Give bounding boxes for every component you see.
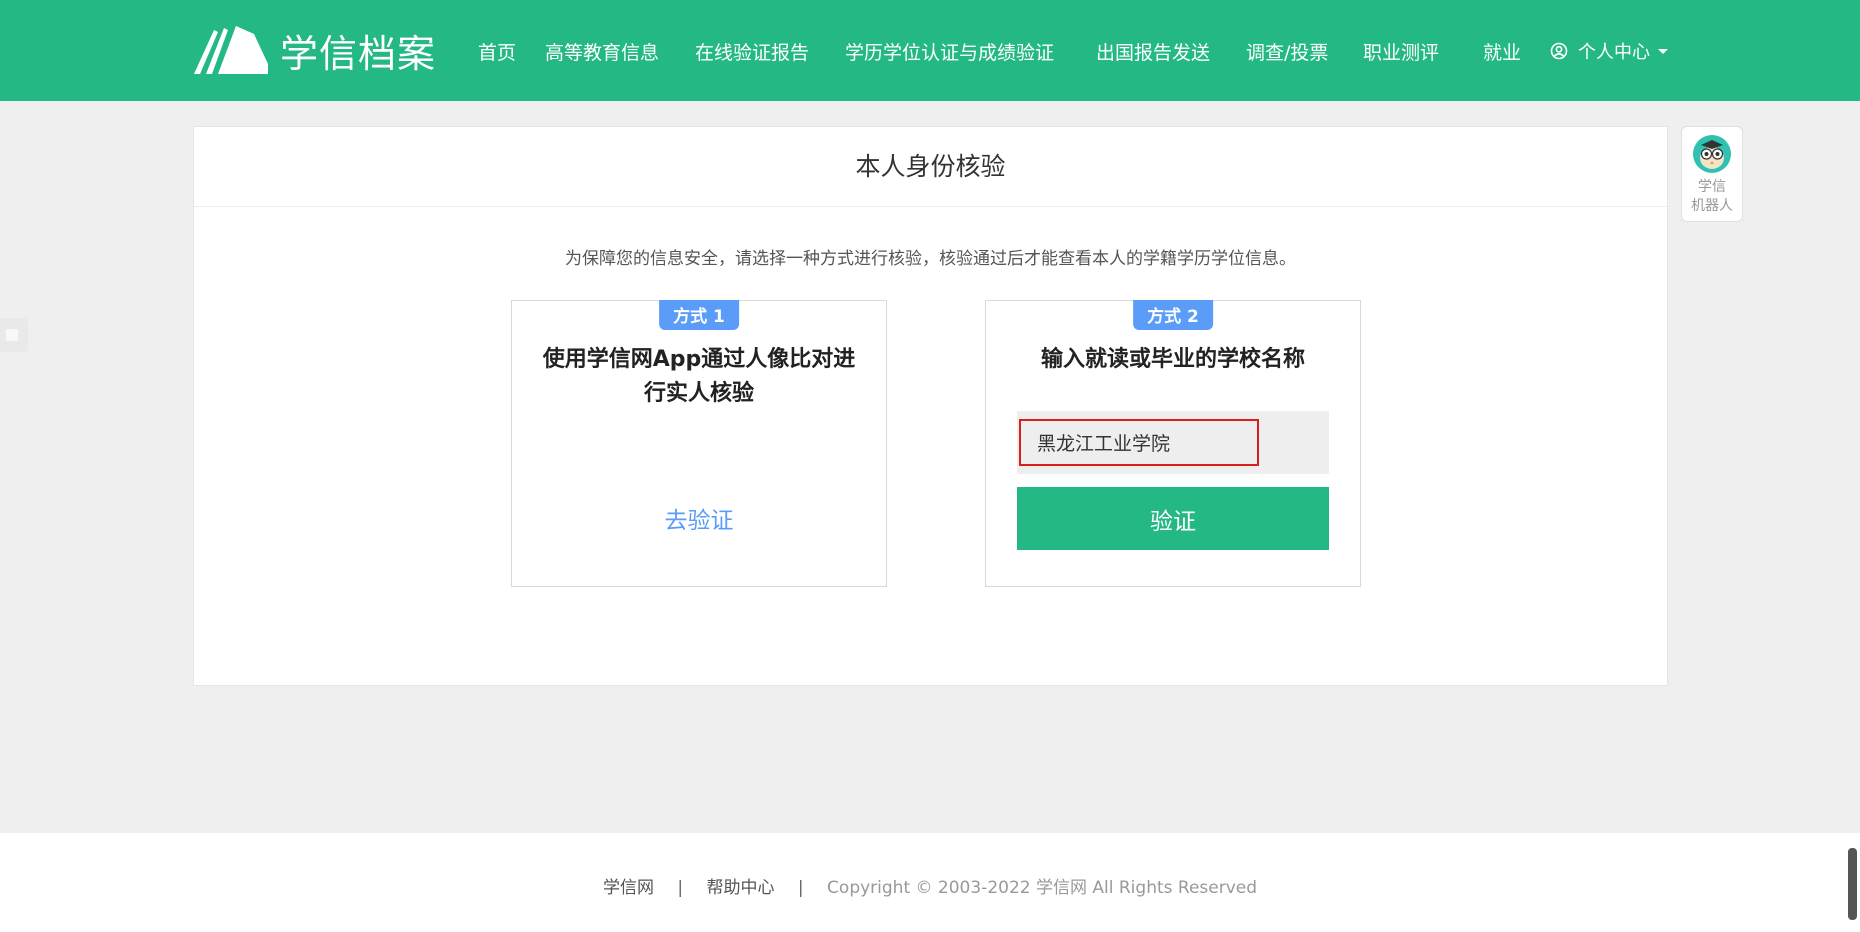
footer-separator: | xyxy=(677,878,684,898)
user-center-menu[interactable]: 个人中心 xyxy=(1550,38,1668,64)
method-1-badge: 方式 1 xyxy=(659,300,739,330)
robot-avatar-icon xyxy=(1693,135,1731,173)
logo-sail-icon xyxy=(194,26,268,74)
site-logo[interactable]: 学信档案 xyxy=(192,24,436,76)
footer-copyright: Copyright © 2003-2022 学信网 All Rights Res… xyxy=(827,878,1258,898)
page-footer: 学信网 | 帮助中心 | Copyright © 2003-2022 学信网 A… xyxy=(0,833,1860,932)
method-2-heading: 输入就读或毕业的学校名称 xyxy=(1040,347,1305,372)
side-collapse-handle[interactable] xyxy=(0,318,28,352)
user-icon xyxy=(1550,42,1568,60)
identity-verification-card: 本人身份核验 为保障您的信息安全，请选择一种方式进行核验，核验通过后才能查看本人… xyxy=(193,126,1668,686)
user-center-label: 个人中心 xyxy=(1578,42,1650,63)
footer-separator: | xyxy=(797,878,804,898)
page-title: 本人身份核验 xyxy=(194,127,1667,207)
xuexin-robot-widget[interactable]: 学信 机器人 xyxy=(1681,126,1743,222)
robot-label-line1: 学信 xyxy=(1698,179,1726,195)
nav-employment[interactable]: 就业 xyxy=(1483,38,1521,65)
nav-overseas-report[interactable]: 出国报告发送 xyxy=(1096,38,1210,65)
method-1-heading: 使用学信网App通过人像比对进行实人核验 xyxy=(542,347,856,406)
footer-link-help-center[interactable]: 帮助中心 xyxy=(707,878,775,898)
nav-career-assessment[interactable]: 职业测评 xyxy=(1363,38,1439,65)
school-name-input[interactable] xyxy=(1019,419,1259,466)
logo-text: 学信档案 xyxy=(280,31,437,76)
method-2-panel: 方式 2 输入就读或毕业的学校名称 验证 xyxy=(985,300,1361,587)
verify-button[interactable]: 验证 xyxy=(1017,487,1329,550)
page-scrollbar-thumb[interactable] xyxy=(1848,848,1857,920)
nav-survey-vote[interactable]: 调查/投票 xyxy=(1246,38,1328,65)
footer-link-chsi[interactable]: 学信网 xyxy=(603,878,654,898)
robot-label-line2: 机器人 xyxy=(1691,198,1733,214)
nav-higher-education-info[interactable]: 高等教育信息 xyxy=(545,38,659,65)
chevron-down-icon xyxy=(1658,48,1668,54)
school-input-container xyxy=(1017,411,1329,474)
go-verify-link[interactable]: 去验证 xyxy=(512,501,886,535)
method-1-panel: 方式 1 使用学信网App通过人像比对进行实人核验 去验证 xyxy=(511,300,887,587)
method-2-badge: 方式 2 xyxy=(1133,300,1213,330)
top-navbar: 学信档案 首页 高等教育信息 在线验证报告 学历学位认证与成绩验证 出国报告发送… xyxy=(0,0,1860,101)
nav-online-verification-report[interactable]: 在线验证报告 xyxy=(695,38,809,65)
nav-degree-certification[interactable]: 学历学位认证与成绩验证 xyxy=(845,38,1054,65)
nav-home[interactable]: 首页 xyxy=(478,38,516,65)
security-notice: 为保障您的信息安全，请选择一种方式进行核验，核验通过后才能查看本人的学籍学历学位… xyxy=(565,249,1296,269)
